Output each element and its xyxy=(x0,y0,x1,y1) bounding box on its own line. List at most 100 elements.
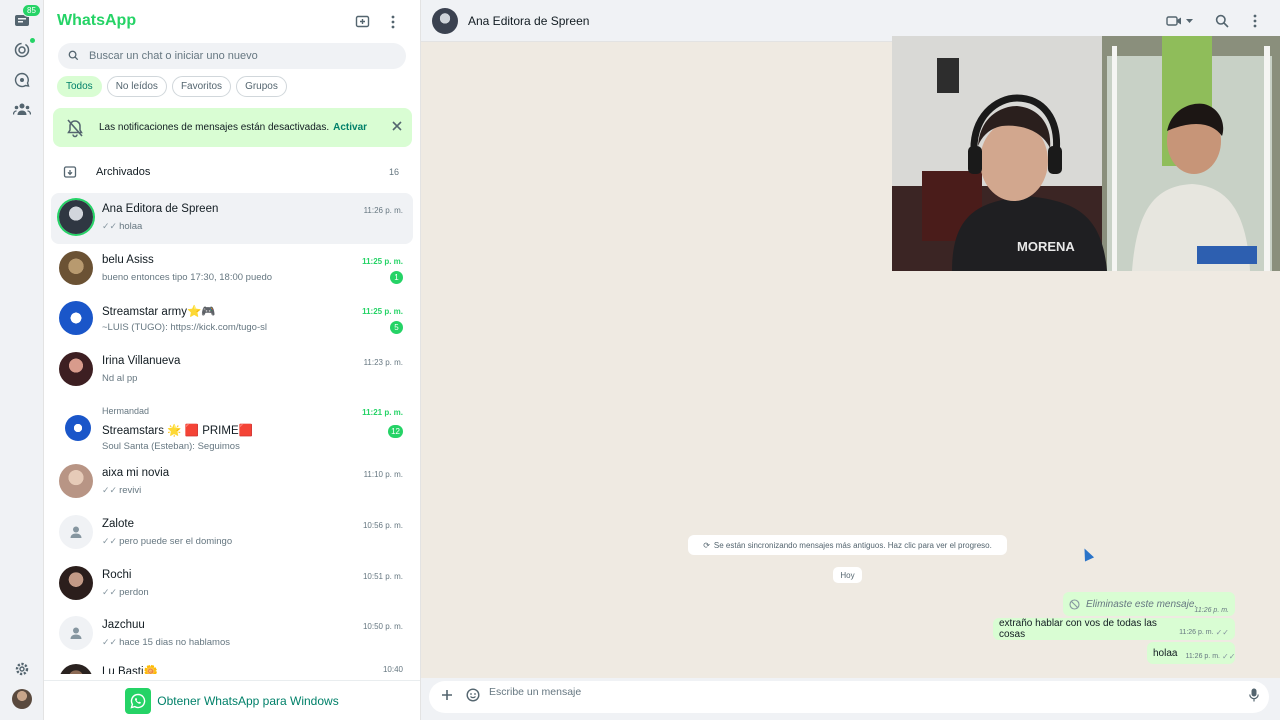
avatar xyxy=(59,351,93,386)
chat-preview: ✓✓ perdon xyxy=(102,586,149,598)
chat-time: 11:21 p. m. xyxy=(362,408,403,418)
filter-no-leidos[interactable]: No leídos xyxy=(106,76,167,97)
chat-item[interactable]: Hermandad Streamstars 🌟 🟥 PRIME🟥 Soul Sa… xyxy=(51,395,413,457)
chat-time: 11:23 p. m. xyxy=(363,357,403,367)
get-windows-app-link[interactable]: Obtener WhatsApp para Windows xyxy=(44,680,420,720)
archived-label: Archivados xyxy=(96,166,151,178)
profile-avatar[interactable] xyxy=(12,689,32,709)
avatar xyxy=(59,301,93,336)
nav-rail: 85 xyxy=(0,0,44,720)
chat-preview: ✓✓ holaa xyxy=(102,221,143,232)
message-bubble[interactable]: Eliminaste este mensaje. 11:26 p. m. xyxy=(1063,592,1235,616)
double-check-icon: ✓✓ xyxy=(1215,627,1229,637)
chat-name: Ana Editora de Spreen xyxy=(102,203,219,215)
close-icon[interactable] xyxy=(392,118,402,134)
attach-plus-icon[interactable] xyxy=(439,687,455,703)
double-check-icon: ✓✓ xyxy=(102,586,118,597)
archived-row[interactable]: Archivados 16 xyxy=(51,158,413,186)
message-text: Eliminaste este mensaje. xyxy=(1086,598,1198,610)
double-check-icon: ✓✓ xyxy=(102,637,118,648)
search-icon xyxy=(68,49,79,64)
chat-name: Rochi xyxy=(102,568,132,581)
chat-item[interactable]: Ana Editora de Spreen ✓✓ holaa 11:26 p. m… xyxy=(51,193,413,244)
avatar xyxy=(65,415,91,442)
day-divider: Hoy xyxy=(833,567,862,583)
chat-name: Lu Basti🌼 xyxy=(102,665,158,674)
chat-preview: bueno entonces tipo 17:30, 18:00 puedo xyxy=(102,271,273,283)
microphone-icon[interactable] xyxy=(1246,687,1262,703)
menu-icon[interactable] xyxy=(383,12,403,32)
video-call-icon[interactable] xyxy=(1165,12,1183,30)
settings-icon[interactable] xyxy=(10,657,34,681)
sync-progress-notice[interactable]: ⟳ Se están sincronizando mensajes más an… xyxy=(688,535,1007,555)
chat-preview: ✓✓ revivi xyxy=(102,485,142,497)
unread-badge: 5 xyxy=(390,321,403,335)
notice-text: Las notificaciones de mensajes están des… xyxy=(99,122,330,133)
chats-unread-badge: 85 xyxy=(22,4,41,17)
chat-item[interactable]: aixa mi novia ✓✓ revivi 11:10 p. m. xyxy=(51,457,413,508)
chat-item[interactable]: Lu Basti🌼 10:40 xyxy=(51,660,413,674)
chat-time: 11:25 p. m. xyxy=(362,256,403,266)
chat-name: aixa mi novia xyxy=(102,467,170,480)
contact-avatar[interactable] xyxy=(432,8,458,34)
communities-icon[interactable] xyxy=(10,97,34,121)
chat-name: Streamstar army⭐🎮 xyxy=(102,306,216,319)
message-text: holaa xyxy=(1153,647,1178,659)
chat-item[interactable]: Jazchuu ✓✓ hace 15 dias no hablamos 10:50… xyxy=(51,609,413,660)
chat-time: 10:40 xyxy=(382,664,403,674)
svg-text:MORENA: MORENA xyxy=(1017,239,1075,254)
chat-time: 10:56 p. m. xyxy=(362,520,403,530)
chat-item[interactable]: Streamstar army⭐🎮 ~LUIS (TUGO): https://… xyxy=(51,294,413,345)
avatar xyxy=(59,565,93,600)
avatar xyxy=(59,250,93,285)
avatar xyxy=(59,464,93,499)
chat-preview: Soul Santa (Esteban): Seguimos xyxy=(102,441,240,453)
sticker-icon[interactable] xyxy=(465,687,481,703)
new-chat-icon[interactable] xyxy=(353,12,373,32)
chat-time: 11:10 p. m. xyxy=(363,470,403,480)
chat-item[interactable]: Rochi ✓✓ perdon 10:51 p. m. xyxy=(51,559,413,610)
bell-off-icon xyxy=(65,118,85,138)
chat-sidebar: WhatsApp Todos No leídos Favoritos Grupo… xyxy=(44,0,421,720)
archived-count: 16 xyxy=(388,167,399,177)
message-input[interactable] xyxy=(489,686,1229,698)
whatsapp-logo-icon xyxy=(125,687,152,714)
filter-todos[interactable]: Todos xyxy=(57,76,102,97)
double-check-icon: ✓✓ xyxy=(1221,651,1236,661)
filter-grupos[interactable]: Grupos xyxy=(236,76,287,97)
search-bar xyxy=(58,43,406,69)
chat-name: belu Asiss xyxy=(102,253,154,266)
default-avatar-icon xyxy=(59,514,93,549)
filter-chips: Todos No leídos Favoritos Grupos xyxy=(57,76,287,97)
chat-item[interactable]: belu Asiss bueno entonces tipo 17:30, 18… xyxy=(51,244,413,295)
double-check-icon: ✓✓ xyxy=(102,485,118,496)
menu-icon[interactable] xyxy=(1246,12,1264,30)
search-input[interactable] xyxy=(89,50,389,62)
contact-name[interactable]: Ana Editora de Spreen xyxy=(468,14,589,28)
message-bubble[interactable]: extraño hablar con vos de todas las cosa… xyxy=(993,618,1235,640)
archive-icon xyxy=(63,165,77,179)
chat-list: Ana Editora de Spreen ✓✓ holaa 11:26 p. m… xyxy=(51,193,413,674)
channels-icon[interactable] xyxy=(10,68,34,92)
chat-item[interactable]: Irina Villanueva Nd al pp 11:23 p. m. xyxy=(51,345,413,396)
chat-time: 11:25 p. m. xyxy=(362,307,403,317)
chat-time: 10:51 p. m. xyxy=(362,571,403,581)
unread-badge: 12 xyxy=(388,425,403,439)
chat-time: 10:50 p. m. xyxy=(362,622,403,632)
chat-name: Jazchuu xyxy=(102,619,145,632)
chat-name: Irina Villanueva xyxy=(102,354,181,367)
chat-name: Zalote xyxy=(102,517,134,530)
chat-preview: ✓✓ hace 15 dias no hablamos xyxy=(102,637,231,649)
filter-favoritos[interactable]: Favoritos xyxy=(171,76,232,97)
activate-notifications-link[interactable]: Activar xyxy=(333,122,367,133)
message-time: 11:26 p. m. xyxy=(1194,607,1229,614)
search-icon[interactable] xyxy=(1213,12,1231,30)
chat-preview: ✓✓ pero puede ser el domingo xyxy=(102,535,233,547)
chat-item[interactable]: Zalote ✓✓ pero puede ser el domingo 10:56… xyxy=(51,508,413,559)
unread-badge: 1 xyxy=(390,270,403,284)
sync-notice-text: Se están sincronizando mensajes más anti… xyxy=(713,540,992,550)
message-text: extraño hablar con vos de todas las cosa… xyxy=(999,618,1157,640)
message-time: 11:26 p. m. xyxy=(1179,628,1214,636)
message-bubble[interactable]: holaa 11:26 p. m. ✓✓ xyxy=(1147,642,1235,664)
chevron-down-icon[interactable] xyxy=(1184,12,1194,30)
